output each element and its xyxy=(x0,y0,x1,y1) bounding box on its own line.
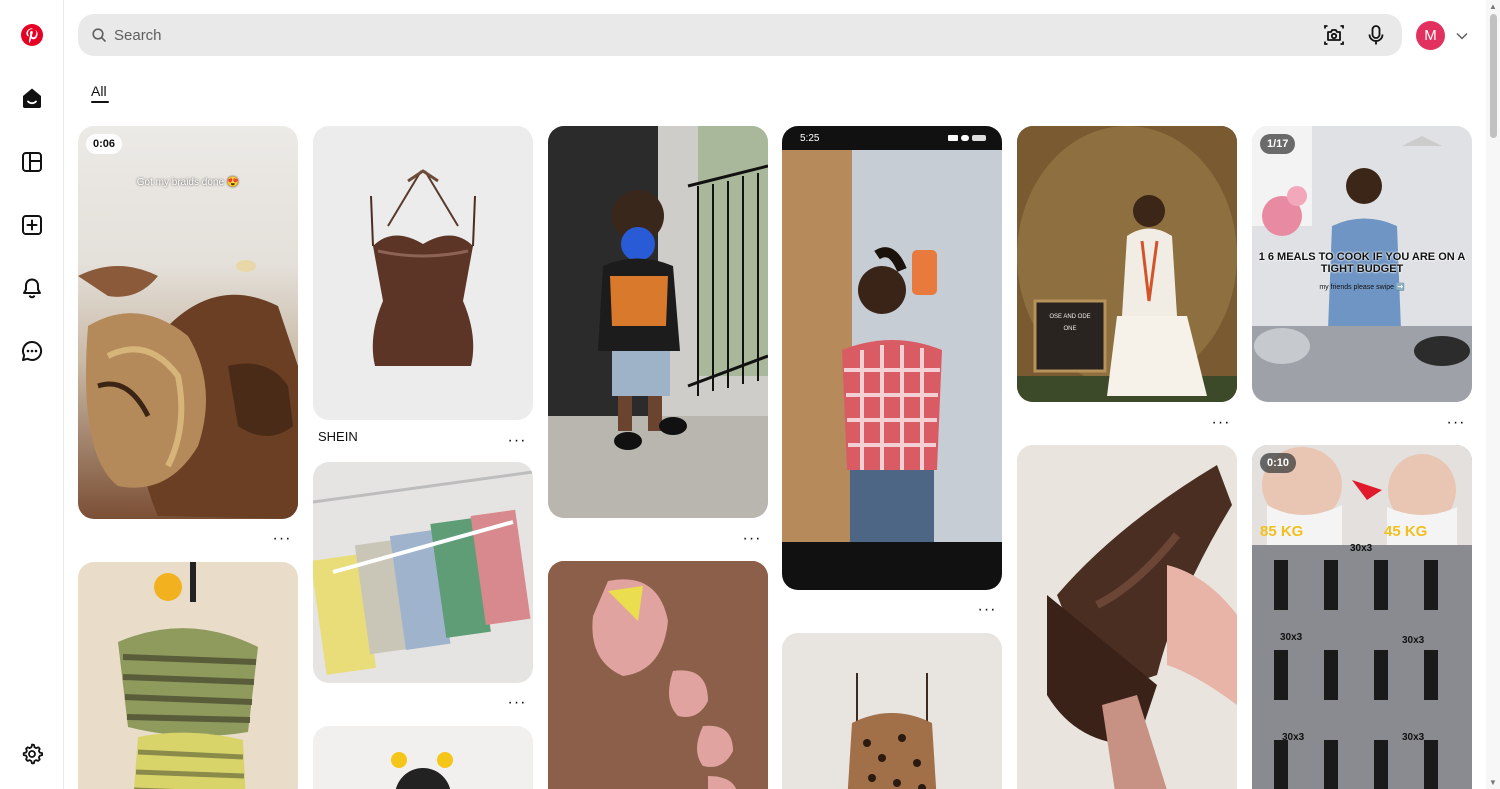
more-options-button[interactable]: ··· xyxy=(270,531,294,549)
status-time: 5:25 xyxy=(800,133,820,144)
pin-baby-traditional-outfit[interactable]: OSE AND ODE ONE xyxy=(1017,126,1237,402)
pin-headline: 1 6 MEALS TO COOK IF YOU ARE ON A TIGHT … xyxy=(1258,251,1466,275)
pin-budget-meals[interactable]: 1/17 1 6 MEALS TO COOK IF YOU ARE ON A T… xyxy=(1252,126,1472,402)
messages-icon[interactable] xyxy=(16,335,48,367)
search-icon xyxy=(92,28,106,42)
pinterest-logo-icon[interactable] xyxy=(16,19,48,51)
pin-pedicure[interactable] xyxy=(548,561,768,789)
scroll-down-icon[interactable]: ▼ xyxy=(1489,778,1497,787)
settings-icon[interactable] xyxy=(16,738,48,770)
notifications-icon[interactable] xyxy=(16,272,48,304)
rep-label: 30x3 xyxy=(1350,543,1373,554)
scroll-up-icon[interactable]: ▲ xyxy=(1489,2,1497,11)
pin-cartoon-girl[interactable] xyxy=(313,726,533,789)
pin-wedge-sandal[interactable] xyxy=(1017,445,1237,789)
more-options-button[interactable]: ··· xyxy=(740,531,764,549)
pin-gingham-shorts[interactable] xyxy=(313,462,533,683)
letterboard-text: OSE AND ODE ONE xyxy=(1049,314,1091,332)
home-icon[interactable] xyxy=(16,82,48,114)
search-bar[interactable] xyxy=(78,14,1402,56)
video-duration-badge: 0:10 xyxy=(1260,453,1297,473)
pin-striped-top[interactable] xyxy=(78,562,298,789)
rep-label: 30x3 xyxy=(1402,732,1425,743)
rep-label: 30x3 xyxy=(1280,632,1303,643)
pin-weight-loss-workout[interactable]: 0:10 85 KG 45 KG 30x3 30x3 30x3 30x3 30x… xyxy=(1252,445,1472,789)
before-weight-label: 85 KG xyxy=(1260,523,1304,540)
boards-icon[interactable] xyxy=(16,146,48,178)
more-options-button[interactable]: ··· xyxy=(1209,415,1233,433)
scrollbar[interactable]: ▲ ▼ xyxy=(1486,0,1500,789)
status-icons xyxy=(948,135,988,142)
scrollbar-thumb[interactable] xyxy=(1490,14,1497,138)
search-input[interactable] xyxy=(114,14,1402,56)
pin-toddler-outfit[interactable] xyxy=(548,126,768,518)
more-options-button[interactable]: ··· xyxy=(975,602,999,620)
pin-lace-top[interactable] xyxy=(313,126,533,420)
pin-caption: Got my braids done 😍 xyxy=(136,177,240,188)
more-options-button[interactable]: ··· xyxy=(505,695,529,713)
camera-search-icon[interactable] xyxy=(1322,23,1346,47)
rep-label: 30x3 xyxy=(1282,732,1305,743)
rep-label: 30x3 xyxy=(1402,635,1425,646)
microphone-icon[interactable] xyxy=(1364,23,1388,47)
tab-active-indicator xyxy=(91,101,109,103)
pin-braids-video[interactable]: 0:06 Got my braids done 😍 xyxy=(78,126,298,519)
carousel-count-badge: 1/17 xyxy=(1260,134,1296,154)
pin-gingham-top-selfie[interactable]: 5:25 xyxy=(782,126,1002,590)
more-options-button[interactable]: ··· xyxy=(1444,415,1468,433)
pin-subline: my friends please swipe ➡️ xyxy=(1319,284,1405,291)
chevron-down-icon[interactable] xyxy=(1454,28,1470,44)
pin-leopard-dress[interactable] xyxy=(782,633,1002,789)
after-weight-label: 45 KG xyxy=(1384,523,1428,540)
avatar[interactable]: M xyxy=(1416,21,1445,50)
tab-all[interactable]: All xyxy=(91,83,107,99)
sidebar xyxy=(0,0,64,789)
create-icon[interactable] xyxy=(16,209,48,241)
pin-title[interactable]: SHEIN xyxy=(318,429,358,444)
video-duration-badge: 0:06 xyxy=(86,134,123,154)
more-options-button[interactable]: ··· xyxy=(505,433,529,451)
